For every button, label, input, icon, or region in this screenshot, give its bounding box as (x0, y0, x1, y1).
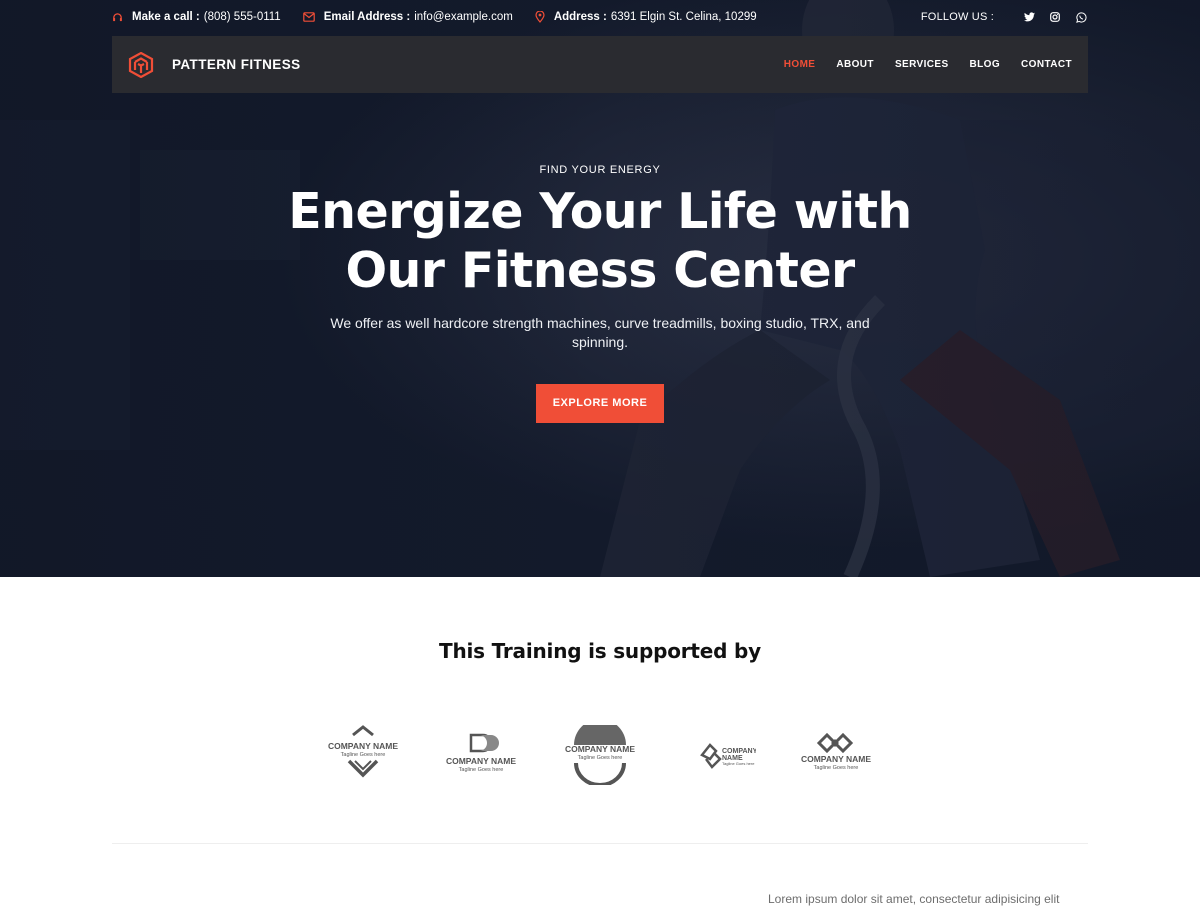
nav-home[interactable]: HOME (784, 59, 816, 70)
section-divider (112, 843, 1088, 844)
sponsor-logo-3[interactable]: COMPANY NAME Tagline Goes here (560, 725, 640, 785)
nav-services[interactable]: SERVICES (895, 59, 949, 70)
sponsor-2-name: COMPANY NAME (446, 756, 516, 766)
footer-preview-text: Lorem ipsum dolor sit amet, consectetur … (768, 892, 1060, 906)
mail-icon (302, 12, 315, 22)
hero-section: Make a call : (808) 555-0111 Email Addre… (0, 0, 1200, 577)
brand-name: PATTERN FITNESS (172, 57, 301, 72)
sponsor-5-tagline: Tagline Goes here (814, 765, 859, 771)
email-label: Email Address : (323, 11, 411, 23)
brand-link[interactable]: PATTERN FITNESS (128, 51, 301, 78)
hero-content: FIND YOUR ENERGY Energize Your Life with… (200, 164, 1000, 423)
sponsor-logos: COMPANY NAME Tagline Goes here COMPANY N… (325, 725, 875, 785)
hero-headline: Energize Your Life with Our Fitness Cent… (200, 182, 1000, 300)
sponsors-section: This Training is supported by COMPANY NA… (0, 577, 1200, 906)
sponsor-4-tagline: Tagline Goes here (722, 761, 755, 766)
phone-value: (808) 555-0111 (203, 11, 281, 23)
sponsor-1-tagline: Tagline Goes here (341, 752, 386, 758)
main-navbar: PATTERN FITNESS HOME ABOUT SERVICES BLOG… (112, 36, 1088, 93)
instagram-icon[interactable] (1048, 10, 1062, 24)
address-label: Address : (553, 11, 607, 23)
hero-headline-line-2: Our Fitness Center (345, 242, 855, 299)
top-info-bar: Make a call : (808) 555-0111 Email Addre… (112, 0, 1088, 34)
sponsors-title: This Training is supported by (439, 639, 761, 663)
sponsor-logo-1[interactable]: COMPANY NAME Tagline Goes here (325, 725, 401, 785)
sponsor-3-name: COMPANY NAME (565, 744, 635, 754)
sponsor-3-tagline: Tagline Goes here (578, 755, 623, 761)
hero-headline-line-1: Energize Your Life with (288, 183, 912, 240)
phone-info[interactable]: Make a call : (808) 555-0111 (112, 11, 281, 23)
address-info[interactable]: Address : 6391 Elgin St. Celina, 10299 (535, 11, 757, 23)
sponsor-logo-5[interactable]: COMPANY NAME Tagline Goes here (797, 725, 875, 785)
follow-us-label: FOLLOW US : (920, 11, 994, 23)
sponsor-5-name: COMPANY NAME (801, 754, 871, 764)
primary-nav: HOME ABOUT SERVICES BLOG CONTACT (763, 59, 1072, 70)
map-pin-icon (535, 11, 545, 23)
nav-about[interactable]: ABOUT (836, 59, 874, 70)
email-info[interactable]: Email Address : info@example.com (302, 11, 513, 23)
sponsor-logo-4[interactable]: COMPANY NAME Tagline Goes here (680, 725, 756, 785)
nav-contact[interactable]: CONTACT (1021, 59, 1072, 70)
hero-subtext: We offer as well hardcore strength machi… (330, 315, 870, 350)
headset-icon (113, 12, 122, 21)
email-value: info@example.com (414, 11, 513, 23)
explore-more-button[interactable]: EXPLORE MORE (536, 384, 664, 423)
svg-text:COMPANY: COMPANY (722, 748, 756, 755)
sponsor-logo-2[interactable]: COMPANY NAME Tagline Goes here (443, 725, 519, 785)
phone-label: Make a call : (132, 11, 200, 23)
sponsor-1-name: COMPANY NAME (328, 741, 398, 751)
twitter-icon[interactable] (1022, 10, 1036, 24)
sponsor-2-tagline: Tagline Goes here (459, 767, 504, 773)
address-value: 6391 Elgin St. Celina, 10299 (610, 11, 757, 23)
nav-blog[interactable]: BLOG (970, 59, 1001, 70)
whatsapp-icon[interactable] (1074, 10, 1088, 24)
brand-logo-icon (128, 51, 154, 78)
hero-eyebrow: FIND YOUR ENERGY (539, 164, 661, 176)
